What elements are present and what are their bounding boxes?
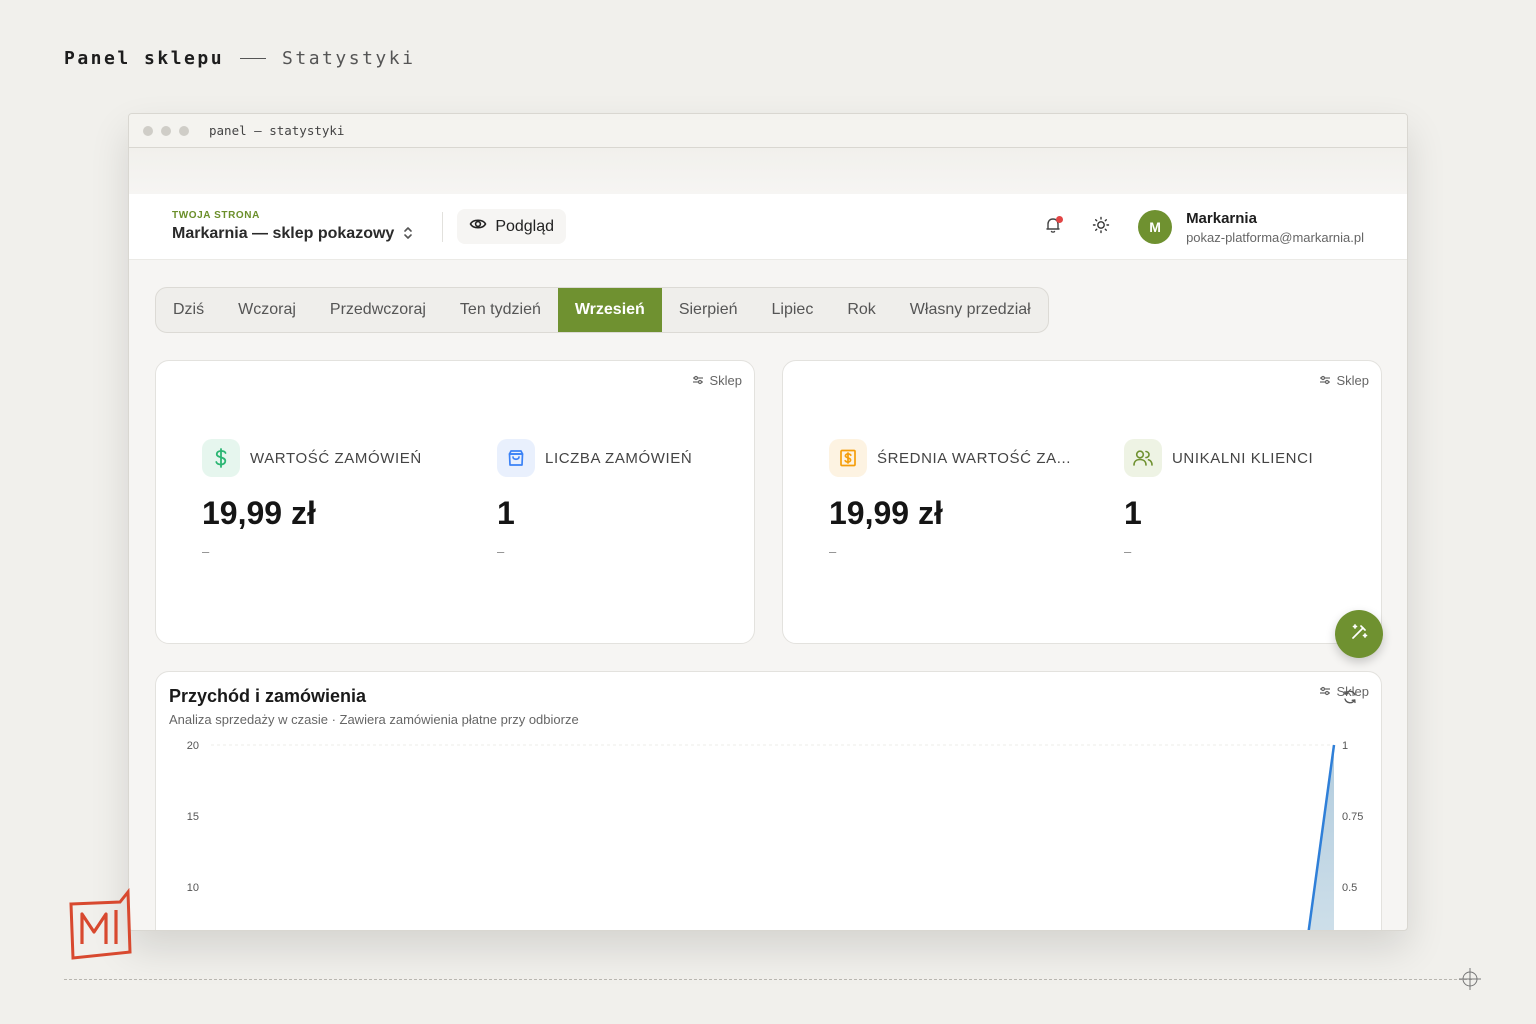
y-right-tick-label: 1 [1342, 740, 1348, 752]
store-filter-tag[interactable]: Sklep [692, 373, 742, 388]
y-right-tick-label: 0.5 [1342, 882, 1357, 894]
stat-label: UNIKALNI KLIENCI [1172, 449, 1314, 467]
stat-order-value: WARTOŚĆ ZAMÓWIEŃ 19,99 zł – [202, 439, 422, 559]
tab-lipiec[interactable]: Lipiec [755, 288, 831, 332]
header-divider [442, 211, 444, 242]
stat-value: 1 [1124, 495, 1142, 531]
notification-badge [1056, 216, 1064, 223]
filter-icon [1319, 373, 1331, 388]
sun-icon [1092, 216, 1110, 239]
site-name: Markarnia — sklep pokazowy [172, 225, 395, 242]
notifications-button[interactable] [1037, 211, 1069, 243]
window-maximize-dot[interactable] [179, 125, 189, 136]
shopping-bag-icon [497, 439, 535, 477]
revenue-chart-card: Przychód i zamówienia Analiza sprzedaży … [155, 671, 1382, 930]
users-icon [1124, 439, 1162, 477]
crosshair-icon [1459, 968, 1481, 995]
stat-delta: – [829, 544, 837, 559]
stat-delta: – [497, 544, 505, 559]
y-left-tick-label: 10 [187, 882, 199, 894]
tab-wlasny-przedzial[interactable]: Własny przedział [893, 288, 1048, 332]
y-left-tick-label: 20 [187, 740, 199, 752]
browser-window: panel — statystyki TWOJA STRONA Markarni… [128, 113, 1408, 931]
period-tabs: Dziś Wczoraj Przedwczoraj Ten tydzień Wr… [155, 287, 1049, 333]
stat-average-order: ŚREDNIA WARTOŚĆ ZA... 19,99 zł – [829, 439, 1071, 559]
header-actions: M Markarnia pokaz-platforma@markarnia.pl [1037, 194, 1364, 260]
tab-rok[interactable]: Rok [830, 288, 892, 332]
avatar[interactable]: M [1138, 210, 1173, 244]
magic-wand-icon [1349, 622, 1369, 647]
series-area [1308, 745, 1334, 930]
caption-subtitle: Statystyki [282, 48, 416, 69]
filter-icon [692, 373, 704, 388]
tab-przedwczoraj[interactable]: Przedwczoraj [313, 288, 443, 332]
markarnia-logo [68, 887, 134, 965]
site-label: TWOJA STRONA [172, 210, 260, 221]
site-switcher[interactable]: TWOJA STRONA Markarnia — sklep pokazowy [172, 210, 414, 243]
tab-ten-tydzien[interactable]: Ten tydzień [443, 288, 558, 332]
preview-button[interactable]: Podgląd [457, 209, 567, 244]
stat-order-count: LICZBA ZAMÓWIEŃ 1 – [497, 439, 692, 559]
magic-wand-button[interactable] [1335, 610, 1383, 658]
tab-sierpien[interactable]: Sierpień [662, 288, 755, 332]
stat-label: ŚREDNIA WARTOŚĆ ZA... [877, 449, 1072, 467]
store-filter-label: Sklep [1336, 373, 1369, 388]
receipt-icon [829, 439, 867, 477]
stat-unique-customers: UNIKALNI KLIENCI 1 – [1124, 439, 1313, 559]
stat-value: 19,99 zł [829, 495, 943, 531]
stat-value: 19,99 zł [202, 495, 316, 531]
caption-divider [240, 58, 267, 59]
stat-delta: – [202, 544, 210, 559]
caption-title: Panel sklepu [64, 48, 225, 69]
window-close-dot[interactable] [143, 125, 153, 136]
app-header: TWOJA STRONA Markarnia — sklep pokazowy … [129, 194, 1407, 260]
tab-wrzesien[interactable]: Wrzesień [557, 288, 662, 332]
stat-delta: – [1124, 544, 1132, 559]
site-name-row[interactable]: Markarnia — sklep pokazowy [172, 225, 414, 243]
stats-card-sales: Sklep WARTOŚĆ ZAMÓWIEŃ 19,99 zł – LICZBA… [155, 360, 755, 644]
tab-wczoraj[interactable]: Wczoraj [221, 288, 313, 332]
window-title: panel — statystyki [209, 123, 345, 138]
stat-label: WARTOŚĆ ZAMÓWIEŃ [250, 449, 422, 467]
top-spacer [129, 148, 1407, 194]
theme-toggle-button[interactable] [1085, 211, 1117, 243]
user-info[interactable]: Markarnia pokaz-platforma@markarnia.pl [1186, 210, 1364, 245]
stats-card-customers: Sklep ŚREDNIA WARTOŚĆ ZA... 19,99 zł – U… [782, 360, 1382, 644]
y-left-tick-label: 15 [187, 811, 199, 823]
chevron-up-down-icon [402, 225, 414, 243]
preview-label: Podgląd [495, 217, 555, 235]
footer-divider [64, 979, 1472, 980]
revenue-chart: 20 15 10 1 0.75 0.5 [187, 740, 1363, 930]
stat-value: 1 [497, 495, 515, 531]
user-email: pokaz-platforma@markarnia.pl [1186, 229, 1364, 245]
eye-icon [469, 217, 487, 236]
window-controls [143, 125, 189, 136]
y-right-tick-label: 0.75 [1342, 811, 1363, 823]
user-name: Markarnia [1186, 209, 1257, 227]
store-filter-tag[interactable]: Sklep [1319, 373, 1369, 388]
window-titlebar: panel — statystyki [129, 114, 1407, 148]
stat-label: LICZBA ZAMÓWIEŃ [545, 449, 693, 467]
page-caption: Panel sklepu Statystyki [64, 48, 415, 69]
dollar-icon [202, 439, 240, 477]
tab-dzis[interactable]: Dziś [156, 288, 221, 332]
store-filter-label: Sklep [709, 373, 742, 388]
window-minimize-dot[interactable] [161, 125, 171, 136]
